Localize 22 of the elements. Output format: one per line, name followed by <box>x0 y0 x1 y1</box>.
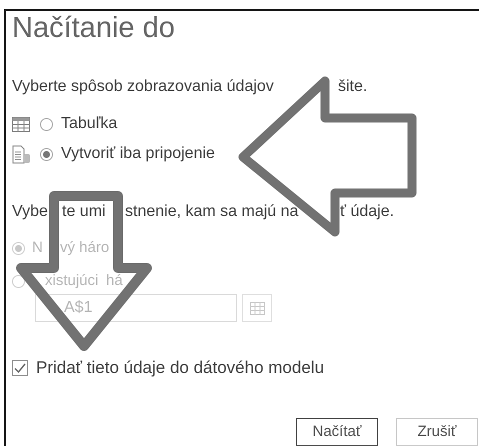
section-prompt: stnenie, kam sa majú na <box>125 202 298 222</box>
dialog-title: Načítanie do <box>12 11 175 46</box>
section-prompt: te umi <box>62 202 106 222</box>
radio-button[interactable] <box>40 118 53 130</box>
option-label: vý háro <box>60 238 110 258</box>
document-database-icon <box>12 144 31 164</box>
checkbox[interactable] <box>12 360 28 376</box>
option-label: N <box>32 238 43 258</box>
option-label: há <box>106 270 123 291</box>
table-icon <box>12 116 30 132</box>
dialog-button[interactable]: Načítať <box>296 418 378 446</box>
option-label: Vytvoriť iba pripojenie <box>61 144 215 164</box>
option-label: xistujúci <box>45 270 98 291</box>
dialog-button[interactable]: Zrušiť <box>396 418 478 446</box>
section-prompt: šite. <box>338 77 368 97</box>
checkbox-label: Pridať tieto údaje do dátového modelu <box>36 357 324 380</box>
section-prompt: ť údaje. <box>340 202 394 222</box>
radio-button[interactable] <box>40 148 53 160</box>
section-prompt: Vyberte spôsob zobrazovania údajov <box>12 77 274 97</box>
option-label: Tabuľka <box>61 114 118 134</box>
grid-icon <box>250 302 264 314</box>
section-prompt: Vybe <box>12 202 48 222</box>
